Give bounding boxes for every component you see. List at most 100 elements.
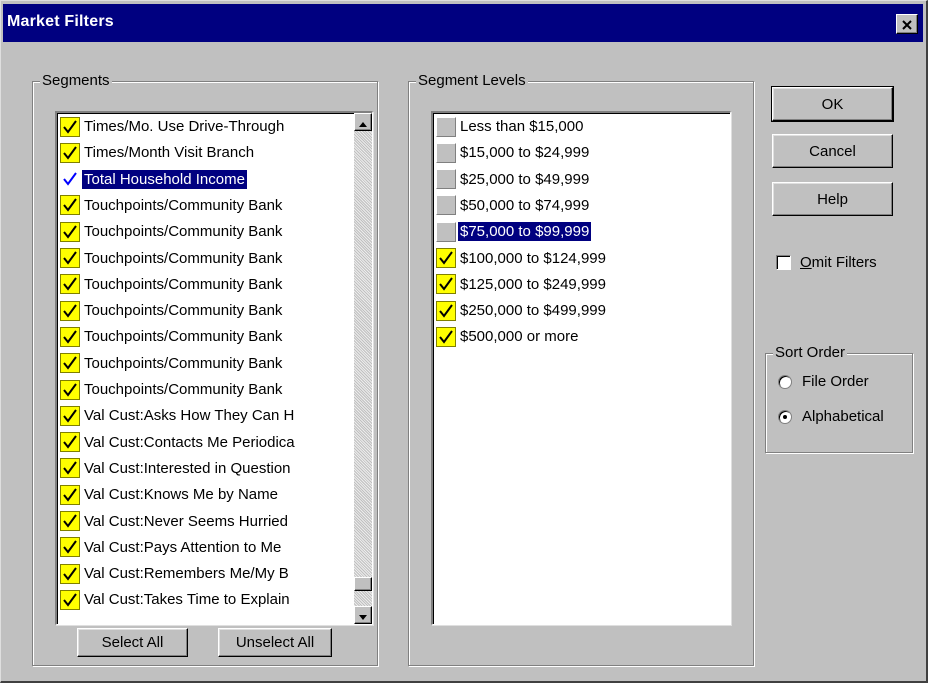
segment-item-label: Touchpoints/Community Bank	[84, 249, 283, 267]
scroll-thumb[interactable]	[354, 577, 372, 592]
ok-label: OK	[821, 95, 844, 113]
segment-item-label: Touchpoints/Community Bank	[84, 302, 283, 320]
checkmark-icon[interactable]	[60, 589, 80, 610]
segment-item[interactable]: Touchpoints/Community Bank	[60, 246, 284, 271]
segment-level-item[interactable]: $15,000 to $24,999	[436, 140, 591, 165]
checkmark-icon[interactable]	[60, 484, 80, 505]
segment-item[interactable]: Times/Month Visit Branch	[60, 140, 256, 165]
sort-option-label: File Order	[802, 373, 869, 390]
segment-level-item[interactable]: $25,000 to $49,999	[436, 167, 591, 192]
unchecked-box-icon[interactable]	[436, 221, 456, 242]
checkmark-icon[interactable]	[60, 458, 80, 479]
segment-item-label: Touchpoints/Community Bank	[84, 275, 283, 293]
checkmark-icon[interactable]	[60, 248, 80, 268]
checkmark-icon[interactable]	[60, 353, 80, 374]
segment-item[interactable]: Times/Mo. Use Drive-Through	[60, 114, 286, 139]
checkmark-icon[interactable]	[436, 274, 456, 295]
segment-level-item-label: $125,000 to $249,999	[460, 275, 606, 293]
checkmark-icon[interactable]	[60, 169, 80, 190]
segment-item-label: Touchpoints/Community Bank	[84, 196, 283, 214]
checkmark-icon[interactable]	[60, 563, 80, 584]
segment-item[interactable]: Touchpoints/Community Bank	[60, 377, 284, 402]
checkmark-icon[interactable]	[60, 511, 80, 531]
segment-item-label: Touchpoints/Community Bank	[84, 354, 283, 372]
unselect-all-label: Unselect All	[235, 634, 315, 651]
segment-level-item-label: $100,000 to $124,999	[460, 249, 606, 267]
checkmark-icon[interactable]	[60, 432, 80, 453]
cancel-label: Cancel	[809, 142, 856, 160]
help-button[interactable]: Help	[772, 182, 893, 216]
segment-item[interactable]: Val Cust:Takes Time to Explain	[60, 587, 292, 612]
ok-button[interactable]: OK	[771, 86, 894, 122]
segment-item[interactable]: Val Cust:Asks How They Can H	[60, 403, 296, 428]
title-bar[interactable]: Market Filters	[3, 4, 923, 42]
unselect-all-button[interactable]: Unselect All	[218, 628, 332, 657]
segment-level-item[interactable]: $125,000 to $249,999	[436, 272, 608, 297]
segment-item[interactable]: Val Cust:Never Seems Hurried	[60, 509, 290, 534]
segment-item[interactable]: Val Cust:Pays Attention to Me	[60, 535, 283, 560]
checkmark-icon[interactable]	[436, 326, 456, 347]
checkmark-icon[interactable]	[60, 379, 80, 400]
segment-level-item[interactable]: $75,000 to $99,999	[436, 219, 592, 244]
select-all-button[interactable]: Select All	[77, 628, 188, 657]
segment-item-label: Val Cust:Interested in Question	[84, 459, 291, 477]
segment-level-item[interactable]: $500,000 or more	[436, 324, 580, 349]
segment-level-item[interactable]: $50,000 to $74,999	[436, 193, 591, 218]
checkmark-icon[interactable]	[60, 142, 80, 163]
radio-selected-icon[interactable]	[778, 409, 792, 424]
segment-item[interactable]: Val Cust:Knows Me by Name	[60, 482, 280, 507]
omit-filters-checkbox[interactable]: Omit Filters	[776, 254, 877, 271]
segment-item-label: Val Cust:Takes Time to Explain	[84, 591, 290, 609]
segment-level-item-label: $75,000 to $99,999	[458, 222, 592, 242]
segment-item[interactable]: Val Cust:Remembers Me/My B	[60, 561, 291, 586]
segment-item[interactable]: Touchpoints/Community Bank	[60, 324, 284, 349]
sort-option-alphabetical[interactable]: Alphabetical	[778, 408, 884, 425]
segment-item[interactable]: Val Cust:Contacts Me Periodica	[60, 430, 297, 455]
unchecked-box-icon[interactable]	[436, 169, 456, 190]
segment-level-item[interactable]: $250,000 to $499,999	[436, 298, 608, 323]
sort-option-label: Alphabetical	[802, 408, 884, 425]
unchecked-box-icon[interactable]	[436, 195, 456, 216]
sort-order-group-label: Sort Order	[773, 344, 848, 361]
scroll-up-button[interactable]	[354, 113, 372, 131]
sort-option-file-order[interactable]: File Order	[778, 373, 869, 390]
segment-item[interactable]: Touchpoints/Community Bank	[60, 219, 284, 244]
segment-item-label: Touchpoints/Community Bank	[84, 223, 283, 241]
segment-item[interactable]: Touchpoints/Community Bank	[60, 298, 284, 323]
segment-level-item[interactable]: Less than $15,000	[436, 114, 585, 139]
segments-listbox[interactable]: Times/Mo. Use Drive-Through Times/Month V…	[55, 111, 373, 625]
checkmark-icon[interactable]	[436, 248, 456, 268]
checkmark-icon[interactable]	[60, 300, 80, 321]
segment-item[interactable]: Val Cust:Interested in Question	[60, 456, 293, 481]
checkmark-icon[interactable]	[60, 195, 80, 216]
segment-levels-listbox[interactable]: Less than $15,000 $15,000 to $24,999 $25,0…	[431, 111, 731, 625]
cancel-button[interactable]: Cancel	[772, 134, 893, 168]
segment-item-label: Times/Month Visit Branch	[84, 144, 255, 162]
segment-level-item[interactable]: $100,000 to $124,999	[436, 246, 608, 271]
segment-item-label: Touchpoints/Community Bank	[84, 381, 283, 398]
segment-item-label: Val Cust:Pays Attention to Me	[84, 538, 282, 556]
checkmark-icon[interactable]	[60, 405, 80, 426]
segment-item[interactable]: Touchpoints/Community Bank	[60, 272, 284, 297]
scroll-down-button[interactable]	[354, 606, 372, 624]
segments-scrollbar[interactable]	[354, 113, 372, 624]
checkmark-icon[interactable]	[60, 326, 80, 347]
checkmark-icon[interactable]	[60, 116, 80, 137]
checkmark-icon[interactable]	[60, 537, 80, 558]
checkmark-icon[interactable]	[60, 274, 80, 295]
segment-item-label: Touchpoints/Community Bank	[84, 328, 283, 346]
checkmark-icon[interactable]	[436, 300, 456, 321]
radio-unselected-icon[interactable]	[778, 374, 792, 389]
omit-filters-box[interactable]	[776, 255, 791, 270]
segment-item[interactable]: Total Household Income	[60, 167, 247, 192]
select-all-label: Select All	[101, 634, 164, 651]
unchecked-box-icon[interactable]	[436, 142, 456, 163]
segment-item[interactable]: Touchpoints/Community Bank	[60, 193, 284, 218]
segment-level-item-label: $50,000 to $74,999	[460, 196, 590, 214]
arrow-up-icon	[359, 114, 367, 131]
checkmark-icon[interactable]	[60, 221, 80, 242]
segment-item[interactable]: Touchpoints/Community Bank	[60, 351, 284, 376]
close-button[interactable]	[896, 14, 918, 34]
sort-order-group: Sort Order	[765, 344, 913, 453]
unchecked-box-icon[interactable]	[436, 116, 456, 137]
